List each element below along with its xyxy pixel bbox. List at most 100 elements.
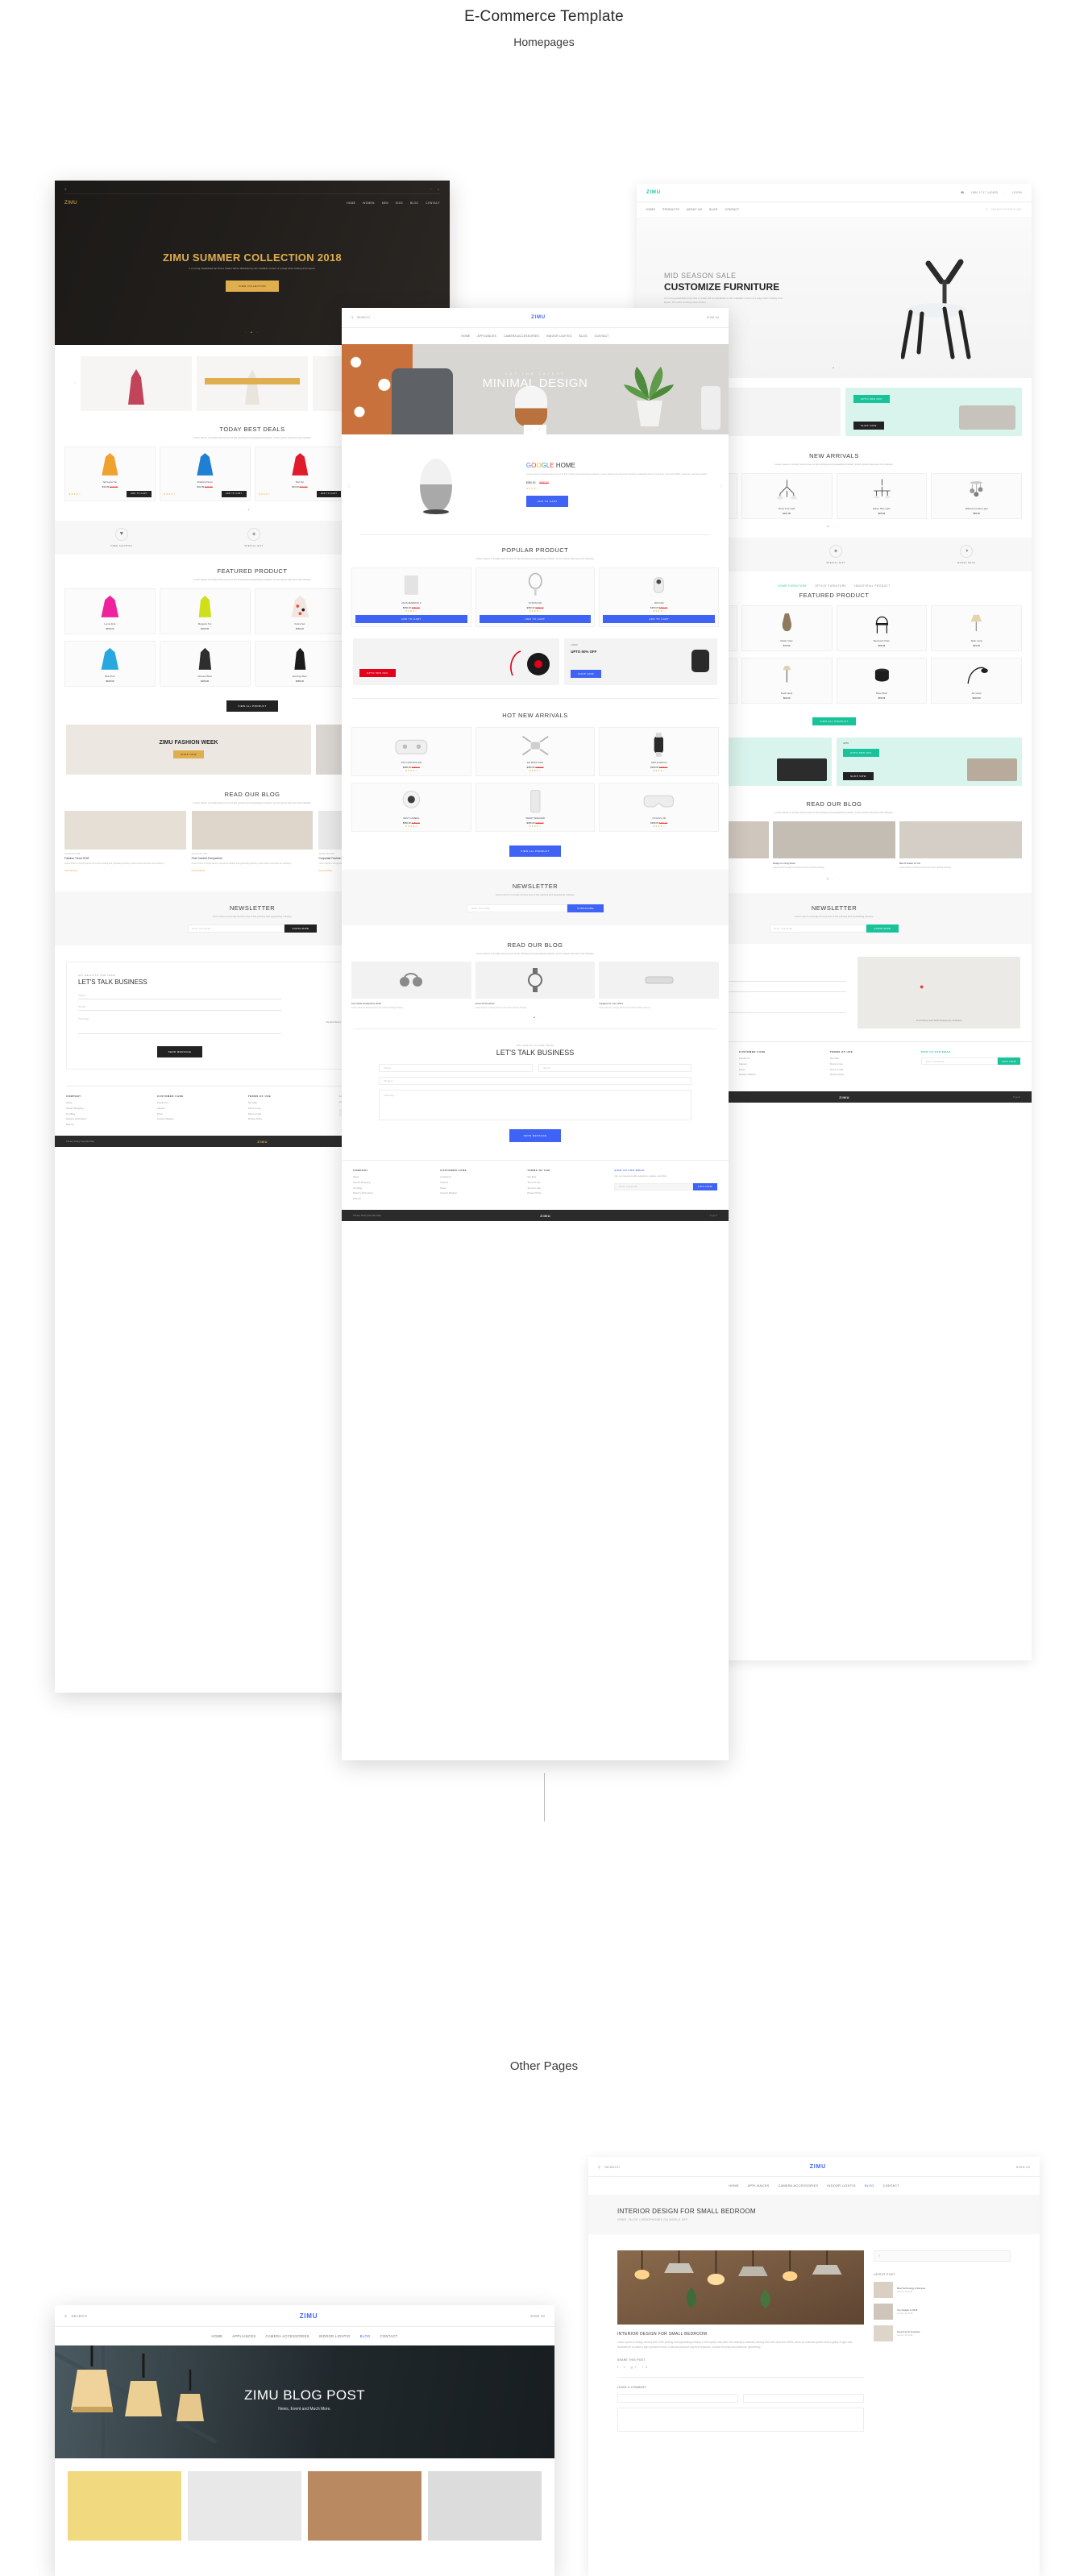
footer-link[interactable]: Terms of use <box>830 1062 913 1066</box>
product-card[interactable]: PS4 CONTROLLER $350.00 $450.00 ★★★★☆ <box>351 726 471 776</box>
contact-map[interactable]: ● 29 (3rd Floor), West World Shopping Ci… <box>858 957 1020 1029</box>
blog-card[interactable]: Gadgets for Your Office Lorem Ipsum is si… <box>599 962 720 1009</box>
furniture-tab-office[interactable]: OFFICE FURNITURE <box>815 584 846 588</box>
minimal-promo-2[interactable]: LOREM UPTO 50% OFF SHOP NOW <box>564 638 717 685</box>
product-card[interactable]: Dover Five Light $119.99 <box>741 472 833 519</box>
social-share-icons[interactable]: f t g+ in <box>617 2365 864 2369</box>
blog-card[interactable]: January 28, 2018 Feel Comfort Everywhere… <box>191 811 314 872</box>
newsletter-input[interactable]: Enter Your Email <box>769 924 866 933</box>
footer-link[interactable]: Terms of use <box>248 1107 331 1110</box>
product-card[interactable]: Evening Wear $169.00 <box>254 640 346 687</box>
product-card[interactable]: Shabana Dress $34.99 $134.99 ★★★★☆ ADD T… <box>159 446 251 501</box>
product-card[interactable]: Red Top $34.99 $134.99 ★★★★☆ ADD TO CART <box>254 446 346 501</box>
footer-link[interactable]: Delivery Information <box>353 1191 432 1195</box>
product-card[interactable]: Rope Stool $89.99 <box>836 657 928 704</box>
lookbook-item[interactable] <box>81 356 192 411</box>
product-card[interactable]: Margaret Top $169.00 <box>159 588 251 634</box>
furniture-logo[interactable]: ZIMU <box>646 190 661 195</box>
footer-link[interactable]: Terms of sale <box>527 1186 606 1190</box>
contact-send[interactable]: SEND MESSAGE <box>156 1046 203 1058</box>
banner-cta[interactable]: SHOP NOW <box>843 771 874 780</box>
product-card[interactable]: Willowmore Nine Light $59.99 <box>931 472 1022 519</box>
blog-card[interactable]: Bed of Dream for UK Lorem Ipsum is simply… <box>899 821 1022 870</box>
add-to-cart-button[interactable]: ADD TO CART <box>316 490 342 497</box>
product-card[interactable]: Blue Frok $169.00 <box>64 640 156 687</box>
detail-nav-item[interactable]: CONTACT <box>883 2184 899 2188</box>
blogpost-logo[interactable]: ZIMU <box>300 2312 318 2320</box>
add-to-cart-button[interactable]: ADD TO CART <box>603 614 716 623</box>
furniture-nav-item[interactable]: PRODUCTS <box>662 208 679 211</box>
blog-grid-item[interactable] <box>68 2471 181 2541</box>
fashion-logo[interactable]: ZIMU <box>64 201 77 206</box>
latest-post-item[interactable]: Top Gadget of 2018 January 28, 2018 <box>874 2304 1011 2320</box>
footer-email-input[interactable]: Enter Your Email <box>920 1057 998 1066</box>
wishlist-icon[interactable]: ♡ <box>430 188 432 191</box>
product-card[interactable]: DJI MAVIC PRO $350.00 $450.00 ★★★★☆ <box>475 726 596 776</box>
contact-subject-input[interactable]: *Subject <box>379 1077 691 1086</box>
footer-link[interactable]: Site Map <box>248 1101 331 1104</box>
contact-name-input[interactable]: *Name <box>379 1064 533 1073</box>
add-to-cart-button[interactable]: ADD TO CART <box>222 490 247 497</box>
footer-legal[interactable]: Privacy Policy Faq Site Map <box>66 1140 94 1143</box>
newsletter-input[interactable]: Enter Your Email <box>187 924 284 933</box>
fashion-view-all[interactable]: VIEW ALL PRODUCT <box>226 700 278 712</box>
footer-link[interactable]: Press <box>157 1112 240 1116</box>
furniture-view-all[interactable]: VIEW ALL PRODUCT <box>812 717 856 725</box>
footer-link[interactable]: About <box>353 1175 432 1178</box>
search-icon[interactable]: ⚲ <box>351 316 354 319</box>
blogpost-nav-item[interactable]: CAMERA ACCESSORIES <box>266 2334 309 2338</box>
mockup-detail[interactable]: ⚲ SEARCH ZIMU SIGN IN HOME APPLIANCES CA… <box>588 2157 1040 2576</box>
minimal-nav-item[interactable]: CONTACT <box>595 334 609 338</box>
footer-social[interactable]: f t g+ in <box>710 1214 717 1217</box>
minimal-nav-item[interactable]: CAMERA ACCESSORIES <box>504 334 539 338</box>
furniture-nav-item[interactable]: HOME <box>646 208 655 211</box>
footer-link[interactable]: Press <box>739 1068 822 1071</box>
next-arrow-icon[interactable]: › <box>720 484 722 489</box>
contact-send[interactable]: SEND MESSAGE <box>509 1129 562 1143</box>
furniture-banner-2[interactable]: UPTO UPTO 50% OFF SHOP NOW <box>837 737 1022 786</box>
footer-link[interactable]: Our Blog <box>66 1112 149 1116</box>
minimal-logo[interactable]: ZIMU <box>531 315 546 320</box>
footer-link[interactable]: Contact Us <box>440 1175 519 1178</box>
add-to-cart-button[interactable]: ADD TO CART <box>355 614 467 623</box>
furniture-login[interactable]: LOGIN <box>1012 191 1022 194</box>
footer-link[interactable]: Contact Us <box>739 1057 822 1060</box>
furniture-tab-industrial[interactable]: INDUSTRIAL PRODUCT <box>854 584 890 588</box>
fashion-nav-item[interactable]: BLOG <box>410 202 418 205</box>
footer-link[interactable]: About <box>66 1101 149 1104</box>
blog-readmore[interactable]: Keep Reading <box>192 870 314 872</box>
footer-link[interactable]: Our Blog <box>353 1186 432 1190</box>
footer-link[interactable]: Press <box>440 1186 519 1190</box>
product-card[interactable]: OCULUS VR $350.00 $450.00 ★★★★☆ <box>599 782 720 832</box>
product-card[interactable]: Akif Layla Top $34.99 $134.99 ★★★★☆ ADD … <box>64 446 156 501</box>
fashion-nav-item[interactable]: KIDS <box>396 202 403 205</box>
contact-email-input[interactable]: *Email <box>78 1003 281 1012</box>
contact-message-input[interactable]: *Message <box>379 1090 691 1121</box>
blogpost-nav-item[interactable]: HOME <box>211 2334 222 2338</box>
comment-email-input[interactable] <box>743 2393 864 2403</box>
footer-link[interactable]: Privacy Policy <box>527 1191 606 1195</box>
detail-logo[interactable]: ZIMU <box>810 2164 826 2170</box>
footer-link[interactable]: Privacy Policy <box>248 1117 331 1120</box>
latest-post-item[interactable]: Smart Home Products January 28, 2018 <box>874 2325 1011 2341</box>
add-to-cart-button[interactable]: ADD TO CART <box>127 490 152 497</box>
footer-link[interactable]: Terms of sale <box>830 1068 913 1071</box>
product-card[interactable]: ASUS ZENBOOK 3 $350.00 $450.00 ★★★★☆ ADD… <box>351 567 471 627</box>
fashion-banner-1[interactable]: ZIMU FASHION WEEK SHOP NOW <box>66 724 311 775</box>
minimal-search-label[interactable]: SEARCH <box>357 316 370 319</box>
footer-link[interactable]: Secure Shopping <box>353 1181 432 1184</box>
footer-link[interactable]: Secure Shopping <box>66 1107 149 1110</box>
footer-link[interactable]: Returns <box>66 1123 149 1126</box>
product-card[interactable]: Table Lamp $49.99 <box>931 605 1022 651</box>
footer-link[interactable]: Delivery Information <box>66 1117 149 1120</box>
fashion-nav-item[interactable]: WOMEN <box>363 202 375 205</box>
furniture-tab-home[interactable]: HOME FURNITURE <box>778 584 807 588</box>
mockup-blogpost[interactable]: ⚲ SEARCH ZIMU SIGN IN HOME APPLIANCES CA… <box>55 2305 554 2576</box>
lookbook-item[interactable] <box>197 356 308 411</box>
blog-card[interactable]: Smart Fit Products Lorem Ipsum is simply … <box>475 962 596 1009</box>
footer-link[interactable]: Investor Relation <box>440 1191 519 1195</box>
comment-message-input[interactable] <box>617 2407 864 2432</box>
detail-nav-item-blog[interactable]: BLOG <box>865 2184 874 2188</box>
furniture-nav-item[interactable]: ABOUT US <box>687 208 702 211</box>
product-card[interactable]: Mounes Wear $169.00 <box>159 640 251 687</box>
